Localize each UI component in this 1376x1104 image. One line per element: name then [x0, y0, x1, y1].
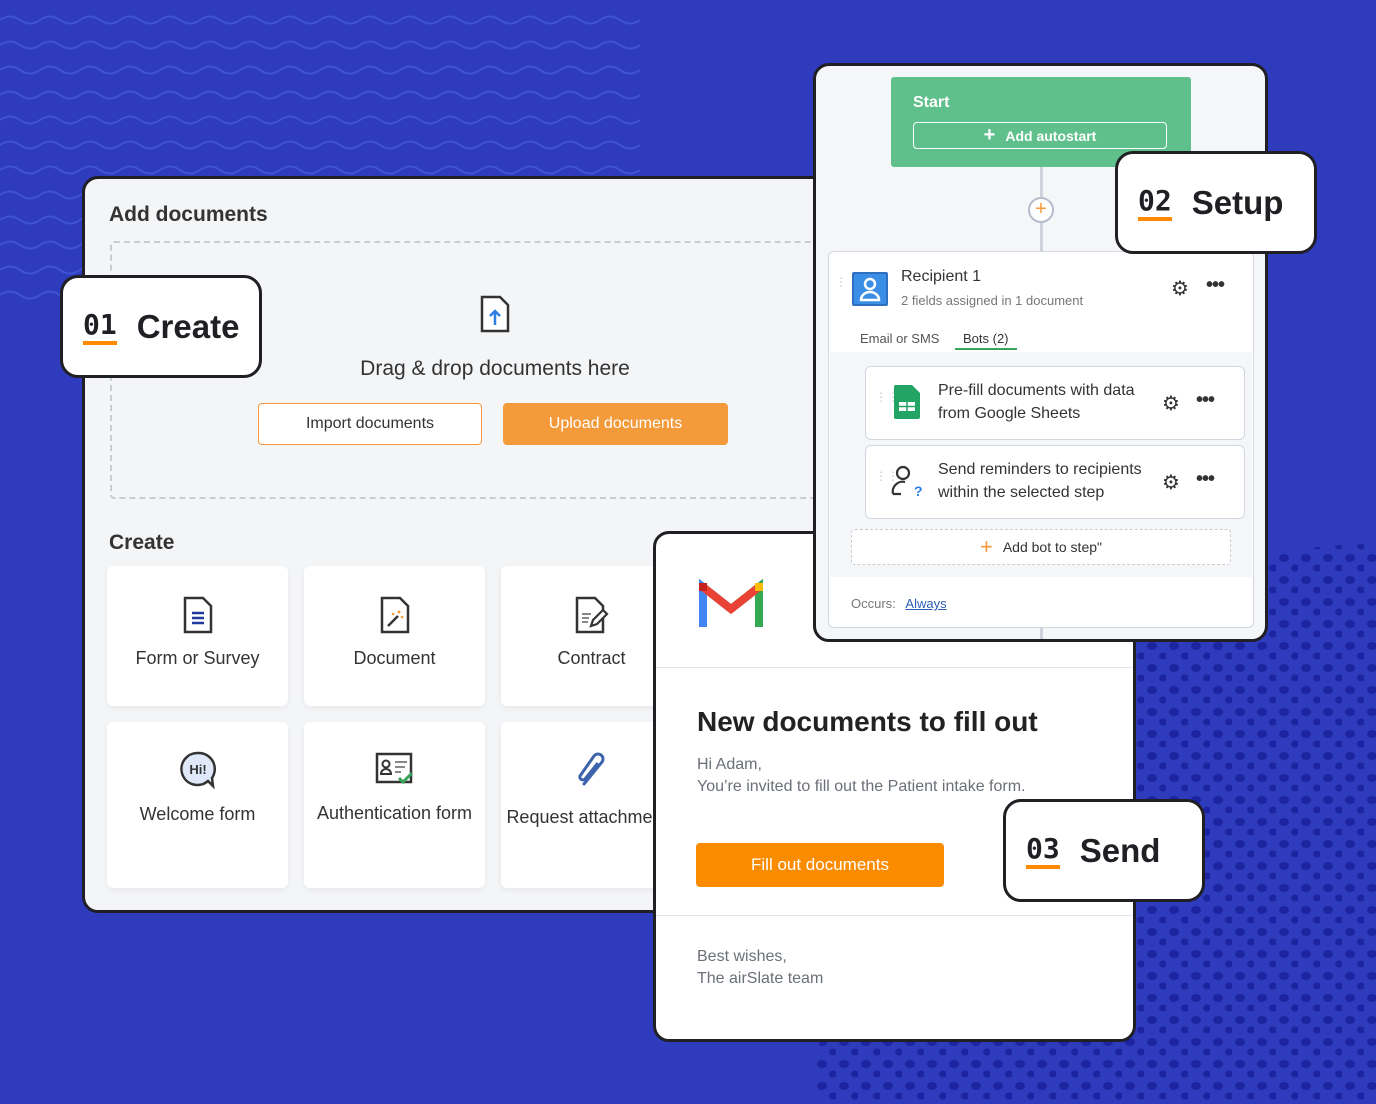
add-bot-label: Add bot to step"	[1002, 539, 1102, 555]
svg-text:Hi!: Hi!	[189, 762, 206, 777]
wave-line	[0, 165, 641, 175]
plus-icon: +	[983, 124, 996, 146]
badge-number: 02	[1138, 184, 1172, 221]
drag-handle-icon[interactable]: ⋮⋮	[875, 391, 899, 403]
tile-authentication-form[interactable]: Authentication form	[304, 722, 485, 888]
recipient-name: Recipient 1	[901, 268, 982, 285]
more-options-icon[interactable]: •••	[1206, 274, 1225, 297]
tile-document[interactable]: Document	[304, 566, 485, 706]
badge-number: 01	[83, 308, 117, 345]
wave-line	[0, 90, 641, 100]
tile-welcome-form[interactable]: Hi! Welcome form	[107, 722, 288, 888]
email-body: You’re invited to fill out the Patient i…	[697, 778, 1026, 795]
drag-handle-icon[interactable]: ⋮⋮	[835, 276, 859, 288]
wave-line	[0, 115, 641, 125]
step-badge-setup: 02 Setup	[1115, 151, 1317, 254]
svg-text:?: ?	[914, 483, 923, 498]
tile-label: Form or Survey	[135, 648, 260, 668]
plus-icon: +	[979, 534, 993, 559]
tile-label: Welcome form	[139, 804, 256, 824]
add-step-plus-icon[interactable]: +	[1028, 197, 1054, 223]
bot-item[interactable]: ⋮⋮ Pre-fill documents with data from Goo…	[865, 366, 1245, 440]
recipient-avatar-icon	[852, 272, 888, 306]
contract-pen-icon	[575, 596, 609, 634]
badge-label: Setup	[1191, 183, 1284, 221]
gmail-logo-icon	[699, 579, 763, 627]
wave-line	[0, 140, 641, 150]
create-title: Create	[109, 531, 175, 554]
badge-label: Create	[136, 307, 240, 345]
wave-line	[0, 15, 641, 25]
start-label: Start	[913, 94, 950, 111]
bot-text: Send reminders to recipients within the …	[938, 461, 1142, 501]
bot-text: Pre-fill documents with data from Google…	[938, 382, 1135, 422]
upload-documents-button[interactable]: Upload documents	[503, 403, 728, 445]
upload-file-icon	[480, 295, 510, 333]
magic-document-icon	[380, 596, 409, 634]
tile-label: Authentication form	[316, 803, 473, 823]
email-team: The airSlate team	[697, 970, 824, 987]
step-badge-send: 03 Send	[1003, 799, 1205, 902]
recipient-sub: 2 fields assigned in 1 document	[901, 293, 1084, 308]
more-options-icon[interactable]: •••	[1196, 468, 1215, 491]
step-badge-create: 01 Create	[60, 275, 262, 378]
tile-form-or-survey[interactable]: Form or Survey	[107, 566, 288, 706]
recipient-step-card: ⋮⋮ Recipient 1 2 fields assigned in 1 do…	[828, 251, 1254, 628]
badge-number: 03	[1026, 832, 1060, 869]
email-signoff: Best wishes,	[697, 948, 787, 965]
email-title: New documents to fill out	[697, 706, 1038, 737]
more-options-icon[interactable]: •••	[1196, 389, 1215, 412]
settings-gear-icon[interactable]: ⚙	[1162, 391, 1180, 416]
bot-item[interactable]: ⋮⋮ ? Send reminders to recipients within…	[865, 445, 1245, 519]
occurs-always-link[interactable]: Always	[905, 596, 946, 611]
add-bot-button[interactable]: + Add bot to step"	[851, 529, 1231, 565]
user-question-icon: ?	[891, 465, 923, 498]
add-documents-title: Add documents	[109, 203, 268, 226]
settings-gear-icon[interactable]: ⚙	[1162, 470, 1180, 495]
hi-bubble-icon: Hi!	[179, 751, 216, 790]
tab-email-or-sms[interactable]: Email or SMS	[860, 331, 939, 346]
google-sheets-icon	[894, 385, 920, 419]
fill-out-documents-button[interactable]: Fill out documents	[696, 843, 944, 887]
email-greeting: Hi Adam,	[697, 756, 762, 773]
tile-label: Document	[353, 648, 436, 668]
settings-gear-icon[interactable]: ⚙	[1171, 276, 1189, 301]
add-autostart-label: Add autostart	[1005, 127, 1097, 144]
wave-line	[0, 40, 641, 50]
paperclip-icon	[577, 752, 604, 786]
add-autostart-button[interactable]: + Add autostart	[913, 122, 1167, 149]
id-card-check-icon	[375, 752, 413, 785]
tab-bots[interactable]: Bots (2)	[955, 331, 1017, 350]
wave-line	[0, 65, 641, 75]
occurs-label: Occurs:	[851, 596, 896, 611]
form-list-icon	[183, 596, 212, 634]
badge-label: Send	[1079, 831, 1161, 869]
drag-handle-icon[interactable]: ⋮⋮	[875, 470, 899, 482]
import-documents-button[interactable]: Import documents	[258, 403, 482, 445]
workflow-setup-panel: Start + Add autostart + ⋮⋮ Recipient 1 2 …	[813, 63, 1268, 642]
